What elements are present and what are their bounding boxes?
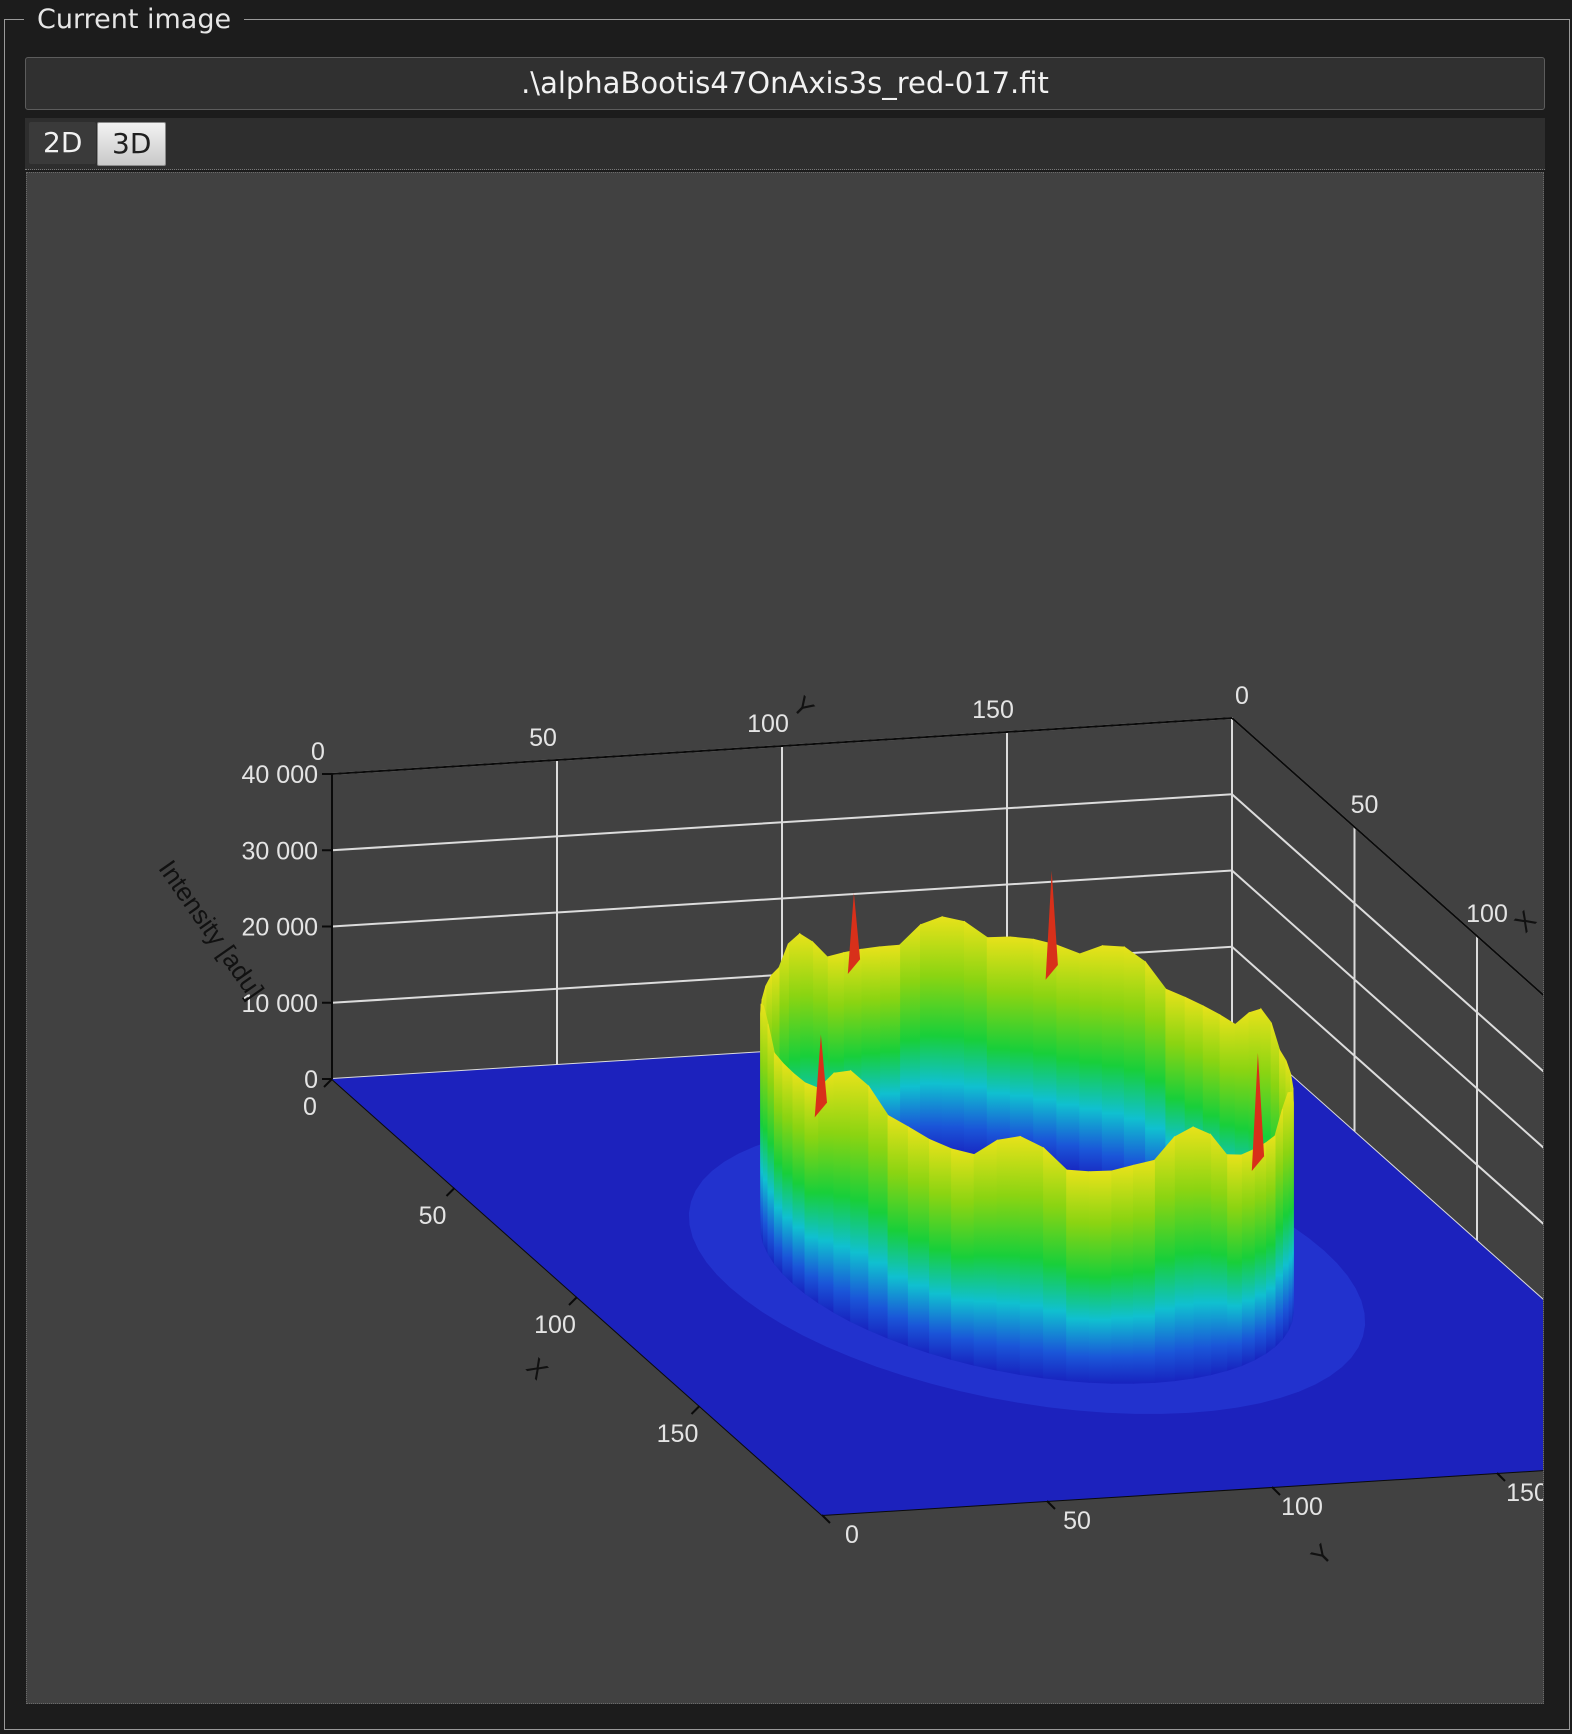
outer-wall-facet <box>986 936 1011 1161</box>
y-tick-label: 150 <box>1506 1479 1544 1507</box>
outer-wall-facet <box>782 1062 794 1285</box>
y-tick <box>1046 1500 1056 1510</box>
outer-wall-facet <box>1287 1091 1293 1331</box>
x-tick <box>568 1296 578 1306</box>
file-name-display: .\alphaBootis47OnAxis3s_red-017.fit <box>25 57 1545 110</box>
outer-wall-facet <box>899 923 921 1157</box>
outer-wall-facet <box>973 1139 998 1371</box>
x-tick-label-back: 50 <box>1351 791 1379 819</box>
outer-wall-facet <box>1111 1164 1134 1384</box>
y-tick-label: 50 <box>1063 1507 1091 1535</box>
surface-plot-3d[interactable]: 0501001500501001500501001500501001500010… <box>26 172 1544 1704</box>
outer-wall-facet <box>920 916 943 1156</box>
y-axis-title-back: Y <box>787 690 820 723</box>
x-tick <box>323 1078 333 1088</box>
x-tick-label: 0 <box>303 1093 317 1121</box>
y-tick <box>1496 1472 1506 1482</box>
outer-wall-facet <box>1282 1092 1289 1341</box>
outer-wall-facet <box>1009 936 1035 1165</box>
x-tick-label-back: 100 <box>1466 900 1508 928</box>
outer-wall-facet <box>773 1051 784 1275</box>
outer-wall-facet <box>1210 1133 1228 1376</box>
y-tick <box>1271 1486 1281 1496</box>
outer-wall-facet <box>1043 1146 1068 1382</box>
intensity-peak <box>1045 870 1058 980</box>
outer-wall-facet <box>1192 1126 1212 1379</box>
z-tick-label-left: 30 000 <box>242 837 318 865</box>
outer-wall-facet <box>941 916 965 1157</box>
surface-plot-svg[interactable]: 0501001500501001500501001500501001500010… <box>27 173 1544 1704</box>
x-axis-title: X <box>521 1352 554 1385</box>
outer-wall-facet <box>763 1005 769 1254</box>
outer-wall-facet <box>1101 945 1125 1186</box>
x-tick-label: 100 <box>534 1311 576 1339</box>
x-tick <box>690 1405 701 1415</box>
outer-wall-facet <box>1253 1142 1267 1361</box>
outer-wall-facet <box>1265 1134 1276 1355</box>
outer-wall-facet <box>1274 1108 1283 1348</box>
outer-wall-facet <box>1173 1126 1194 1382</box>
x-tick-label: 50 <box>419 1202 447 1230</box>
x-tick-label-back: 0 <box>1235 682 1249 710</box>
tab-2d[interactable]: 2D <box>29 122 97 164</box>
x-tick <box>445 1187 456 1197</box>
outer-wall-facet <box>1123 946 1147 1193</box>
outer-wall-facet <box>1056 944 1081 1174</box>
y-tick-label: 0 <box>845 1521 859 1549</box>
outer-wall-facet <box>1019 1135 1045 1379</box>
tab-3d[interactable]: 3D <box>97 122 167 166</box>
outer-wall-facet <box>1153 1135 1175 1383</box>
z-tick-label-left: 20 000 <box>242 914 318 942</box>
outer-wall-facet <box>996 1136 1021 1376</box>
y-axis-title: Y <box>1305 1538 1338 1571</box>
outer-wall-facet <box>951 1148 975 1366</box>
y-tick-label: 100 <box>1281 1493 1323 1521</box>
outer-wall-facet <box>887 1114 909 1347</box>
x-axis-title-back: X <box>1508 905 1541 938</box>
outer-wall-facet <box>1133 1159 1155 1384</box>
outer-wall-facet <box>1226 1154 1242 1372</box>
view-tabbar: 2D 3D <box>25 118 1545 170</box>
outer-wall-facet <box>929 1138 953 1361</box>
outer-wall-facet <box>804 1082 820 1304</box>
outer-wall-facet <box>792 1072 806 1295</box>
y-tick <box>821 1514 831 1524</box>
outer-wall-facet <box>868 1084 889 1340</box>
outer-wall-facet <box>1089 1170 1113 1384</box>
y-tick-label-back: 50 <box>529 724 557 752</box>
y-tick-label-back: 100 <box>747 710 789 738</box>
outer-wall-facet <box>850 1069 870 1331</box>
y-tick-label-back: 150 <box>972 696 1014 724</box>
z-tick-label-left: 0 <box>304 1066 318 1094</box>
outer-wall-facet <box>1079 945 1103 1180</box>
outer-wall-facet <box>1066 1169 1090 1383</box>
outer-wall-facet <box>833 1070 852 1323</box>
group-title: Current image <box>24 2 245 38</box>
x-tick-label: 150 <box>657 1420 699 1448</box>
outer-wall-facet <box>1240 1148 1255 1367</box>
outer-wall-facet <box>964 920 988 1159</box>
outer-wall-facet <box>1033 938 1058 1169</box>
outer-wall-facet <box>907 1126 931 1354</box>
z-tick-label-left: 40 000 <box>242 761 318 789</box>
outer-wall-facet <box>767 1023 775 1266</box>
